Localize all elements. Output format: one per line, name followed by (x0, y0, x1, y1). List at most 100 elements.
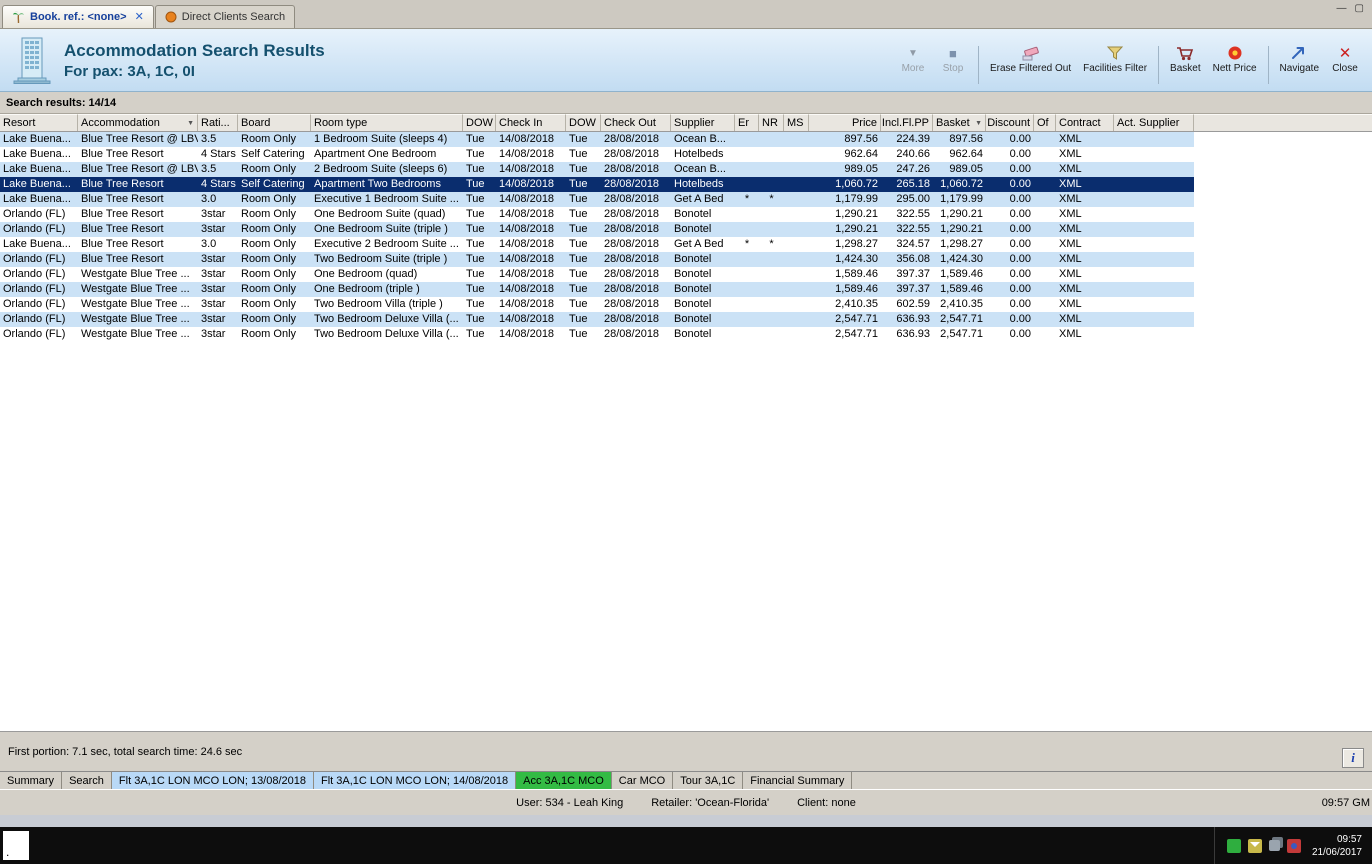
table-cell: XML (1056, 312, 1114, 327)
basket-button[interactable]: Basket (1165, 42, 1206, 75)
minimize-icon[interactable]: — (1337, 3, 1347, 14)
column-header-nr[interactable]: NR (759, 114, 784, 131)
bottom-tab-car-mco[interactable]: Car MCO (612, 772, 673, 789)
table-cell: Bonotel (671, 222, 735, 237)
chat-tray-icon[interactable] (1227, 839, 1241, 853)
table-cell (735, 207, 759, 222)
column-header-act-supplier[interactable]: Act. Supplier (1114, 114, 1194, 131)
nett-price-button[interactable]: Nett Price (1208, 42, 1262, 75)
table-cell: 2,547.71 (809, 327, 881, 342)
table-cell: 4 Stars (198, 147, 238, 162)
status-client: Client: none (797, 797, 856, 809)
table-cell: Bonotel (671, 297, 735, 312)
column-header-discount[interactable]: Discount (986, 114, 1034, 131)
table-row[interactable]: Orlando (FL)Westgate Blue Tree ...3starR… (0, 297, 1194, 312)
column-header-of[interactable]: Of (1034, 114, 1056, 131)
table-cell: 1,298.27 (809, 237, 881, 252)
column-label: Check In (499, 117, 542, 129)
table-cell: One Bedroom Suite (quad) (311, 207, 463, 222)
column-header-basket[interactable]: Basket▼ (933, 114, 986, 131)
table-cell: XML (1056, 192, 1114, 207)
column-header-accommodation[interactable]: Accommodation▼ (78, 114, 198, 131)
table-cell: Tue (463, 177, 496, 192)
header-titles: Accommodation Search Results For pax: 3A… (64, 41, 325, 80)
column-header-check-out[interactable]: Check Out (601, 114, 671, 131)
table-row[interactable]: Orlando (FL)Westgate Blue Tree ...3starR… (0, 267, 1194, 282)
bottom-tab-tour-3a-1c[interactable]: Tour 3A,1C (673, 772, 743, 789)
table-row[interactable]: Lake Buena...Blue Tree Resort4 StarsSelf… (0, 177, 1194, 192)
column-header-contract[interactable]: Contract (1056, 114, 1114, 131)
bottom-tab-flt-3a-1c-lon-mco-lon-13-08-2018[interactable]: Flt 3A,1C LON MCO LON; 13/08/2018 (112, 772, 314, 789)
column-label: DOW (569, 117, 596, 129)
erase-filtered-out-button[interactable]: Erase Filtered Out (985, 42, 1076, 75)
more-button[interactable]: ▼ More (894, 42, 932, 75)
table-cell (1114, 222, 1194, 237)
table-row[interactable]: Lake Buena...Blue Tree Resort4 StarsSelf… (0, 147, 1194, 162)
sort-icon[interactable]: ▼ (975, 120, 982, 127)
tab-booking-ref[interactable]: Book. ref.: <none> ✕ (2, 5, 154, 28)
taskbar-clock[interactable]: 09:57 21/06/2017 (1312, 833, 1362, 859)
table-cell: 1,424.30 (809, 252, 881, 267)
column-header-er[interactable]: Er (735, 114, 759, 131)
maximize-icon[interactable]: ▢ (1355, 3, 1364, 14)
column-header-dow[interactable]: DOW (566, 114, 601, 131)
table-row[interactable]: Orlando (FL)Blue Tree Resort3starRoom On… (0, 252, 1194, 267)
table-row[interactable]: Orlando (FL)Westgate Blue Tree ...3starR… (0, 327, 1194, 342)
column-header-ms[interactable]: MS (784, 114, 809, 131)
table-row[interactable]: Lake Buena...Blue Tree Resort3.0Room Onl… (0, 237, 1194, 252)
table-row[interactable]: Lake Buena...Blue Tree Resort3.0Room Onl… (0, 192, 1194, 207)
table-cell: Two Bedroom Suite (triple ) (311, 252, 463, 267)
window-tab-bar: Book. ref.: <none> ✕ Direct Clients Sear… (0, 0, 1372, 29)
table-cell (1034, 192, 1056, 207)
bottom-tab-flt-3a-1c-lon-mco-lon-14-08-2018[interactable]: Flt 3A,1C LON MCO LON; 14/08/2018 (314, 772, 516, 789)
bottom-tab-financial-summary[interactable]: Financial Summary (743, 772, 852, 789)
bottom-tab-search[interactable]: Search (62, 772, 112, 789)
info-button[interactable]: i (1342, 748, 1364, 768)
table-cell: 28/08/2018 (601, 207, 671, 222)
stop-button[interactable]: ■ Stop (934, 42, 972, 75)
tab-close-icon[interactable]: ✕ (135, 12, 144, 23)
close-icon: ✕ (1339, 43, 1352, 63)
table-cell: 0.00 (986, 177, 1034, 192)
bottom-tab-summary[interactable]: Summary (0, 772, 62, 789)
table-row[interactable]: Lake Buena...Blue Tree Resort @ LBV3.5Ro… (0, 162, 1194, 177)
table-cell: 1 Bedroom Suite (sleeps 4) (311, 132, 463, 147)
filter-icon[interactable]: ▼ (187, 120, 194, 127)
table-row[interactable]: Lake Buena...Blue Tree Resort @ LBV3.5Ro… (0, 132, 1194, 147)
navigate-button[interactable]: Navigate (1275, 42, 1324, 75)
column-header-supplier[interactable]: Supplier (671, 114, 735, 131)
table-cell: Tue (463, 147, 496, 162)
close-button[interactable]: ✕ Close (1326, 42, 1364, 75)
column-header-incl-fl-pp[interactable]: Incl.Fl.PP (881, 114, 933, 131)
table-row[interactable]: Orlando (FL)Blue Tree Resort3starRoom On… (0, 207, 1194, 222)
mail-tray-icon[interactable] (1248, 839, 1262, 853)
tab-direct-clients-search[interactable]: Direct Clients Search (155, 5, 295, 28)
table-row[interactable]: Orlando (FL)Blue Tree Resort3starRoom On… (0, 222, 1194, 237)
column-header-price[interactable]: Price (809, 114, 881, 131)
table-cell (1114, 147, 1194, 162)
table-cell (1034, 267, 1056, 282)
facilities-filter-button[interactable]: Facilities Filter (1078, 42, 1152, 75)
table-cell: One Bedroom (quad) (311, 267, 463, 282)
audio-tray-icon[interactable] (1287, 839, 1301, 853)
table-cell: Bonotel (671, 282, 735, 297)
column-header-check-in[interactable]: Check In (496, 114, 566, 131)
table-cell: Westgate Blue Tree ... (78, 327, 198, 342)
table-cell: Two Bedroom Deluxe Villa (... (311, 327, 463, 342)
column-header-board[interactable]: Board (238, 114, 311, 131)
column-header-room-type[interactable]: Room type (311, 114, 463, 131)
table-cell: Tue (566, 132, 601, 147)
network-tray-icon[interactable] (1269, 840, 1280, 851)
column-header-rati[interactable]: Rati... (198, 114, 238, 131)
table-row[interactable]: Orlando (FL)Westgate Blue Tree ...3starR… (0, 312, 1194, 327)
column-header-resort[interactable]: Resort (0, 114, 78, 131)
column-header-dow[interactable]: DOW (463, 114, 496, 131)
table-row[interactable]: Orlando (FL)Westgate Blue Tree ...3starR… (0, 282, 1194, 297)
table-cell: Bonotel (671, 267, 735, 282)
bottom-tab-acc-3a-1c-mco[interactable]: Acc 3A,1C MCO (516, 772, 612, 789)
column-label: Board (241, 117, 270, 129)
table-cell: XML (1056, 177, 1114, 192)
taskbar-start-box[interactable]: . (3, 831, 29, 860)
column-label: MS (787, 117, 804, 129)
table-cell: Tue (566, 327, 601, 342)
